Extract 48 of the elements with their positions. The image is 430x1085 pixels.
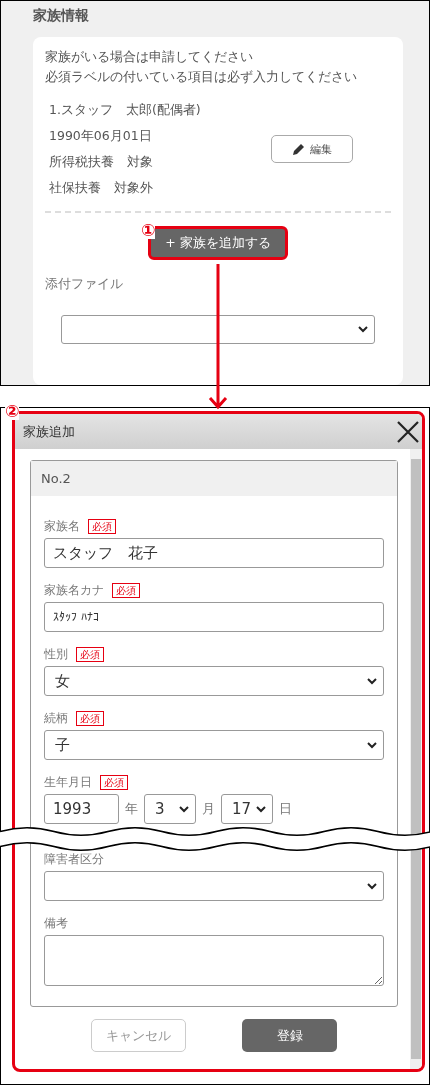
field-label: 家族名	[44, 518, 80, 534]
step-number: ①	[141, 221, 156, 239]
pencil-icon	[292, 142, 306, 156]
text-field[interactable]: ｽﾀｯﾌ ﾊﾅｺ	[44, 602, 384, 632]
edit-button[interactable]: 編集	[271, 135, 353, 163]
required-badge: 必須	[88, 518, 116, 534]
member-detail: 1990年06月01日	[49, 127, 153, 145]
step-number: ②	[5, 402, 20, 420]
chevron-down-icon	[179, 805, 189, 813]
field-label: 生年月日	[44, 774, 92, 790]
text-area[interactable]	[44, 935, 384, 986]
member-detail: 所得税扶養 対象	[49, 153, 154, 171]
field-label: 性別	[44, 646, 68, 662]
chevron-down-icon	[256, 805, 266, 813]
field-label: 家族名カナ	[44, 582, 104, 598]
chevron-down-icon	[367, 677, 377, 685]
day-select[interactable]: 17	[221, 794, 273, 824]
month-select[interactable]: 3	[144, 794, 196, 824]
field-label: 続柄	[44, 710, 68, 726]
month-unit: 月	[202, 800, 215, 818]
select-field[interactable]	[44, 871, 384, 901]
card-header: No.2	[31, 461, 397, 496]
instruction-text: 家族がいる場合は申請してください	[45, 48, 254, 66]
instruction-text: 必須ラベルの付いている項目は必ず入力してください	[45, 68, 358, 86]
scrollbar[interactable]	[410, 449, 422, 1069]
required-badge: 必須	[76, 710, 104, 726]
chevron-down-icon	[358, 326, 368, 333]
required-badge: 必須	[76, 646, 104, 662]
year-field[interactable]: 1993	[44, 794, 119, 824]
required-badge: 必須	[100, 774, 128, 790]
attachment-select[interactable]	[61, 315, 375, 344]
submit-button[interactable]: 登録	[242, 1019, 337, 1052]
field-label: 備考	[44, 915, 68, 931]
year-unit: 年	[125, 800, 138, 818]
dialog-title: 家族追加	[23, 422, 75, 441]
section-title: 家族情報	[33, 7, 90, 25]
field-label: 障害者区分	[44, 851, 104, 867]
select-field[interactable]: 子	[44, 730, 384, 760]
select-field[interactable]: 女	[44, 666, 384, 696]
attachment-label: 添付ファイル	[45, 276, 124, 293]
member-detail: 社保扶養 対象外	[49, 179, 154, 197]
member-detail: 1.スタッフ 太郎(配偶者)	[49, 101, 202, 119]
chevron-down-icon	[367, 882, 377, 890]
day-unit: 日	[279, 800, 292, 818]
close-icon[interactable]	[396, 419, 420, 444]
required-badge: 必須	[112, 582, 140, 598]
text-field[interactable]: スタッフ 花子	[44, 538, 384, 568]
chevron-down-icon	[367, 741, 377, 749]
